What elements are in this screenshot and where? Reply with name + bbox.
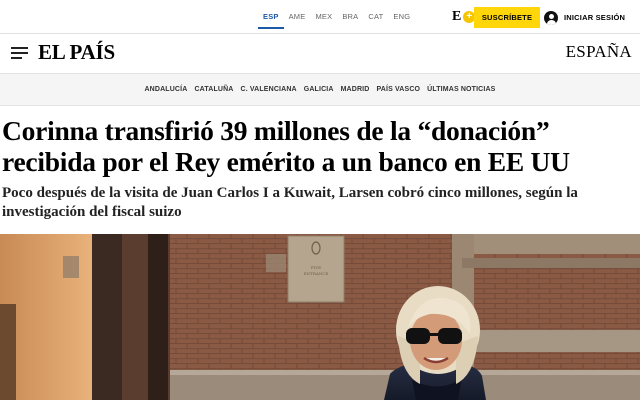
edition-selector: ESP AME MEX BRA CAT ENG	[258, 8, 415, 29]
site-logo[interactable]: EL PAÍS	[38, 40, 115, 65]
nav-item-cataluna[interactable]: CATALUÑA	[194, 86, 233, 93]
subscribe-button[interactable]: SUSCRÍBETE	[474, 7, 540, 28]
login-button[interactable]: INICIAR SESIÓN	[544, 7, 625, 28]
plaque-text: ENTRANCE	[304, 271, 329, 276]
nav-item-andalucia[interactable]: ANDALUCÍA	[144, 86, 187, 93]
eplus-link[interactable]: E +	[452, 9, 476, 25]
article-photo: FIVE ENTRANCE	[0, 234, 640, 400]
login-label: INICIAR SESIÓN	[564, 13, 626, 22]
svg-text:FIVE: FIVE	[311, 265, 321, 270]
edition-cat[interactable]: CAT	[363, 8, 388, 29]
nav-item-pais-vasco[interactable]: PAÍS VASCO	[376, 86, 420, 93]
masthead: EL PAÍS ESPAÑA	[0, 34, 640, 74]
nav-item-galicia[interactable]: GALICIA	[304, 86, 334, 93]
article-headline: Corinna transfirió 39 millones de la “do…	[2, 115, 570, 177]
edition-ame[interactable]: AME	[284, 8, 311, 29]
eplus-letter: E	[452, 9, 462, 24]
top-edition-bar: ESP AME MEX BRA CAT ENG E + SUSCRÍBETE I…	[0, 0, 640, 34]
user-avatar-icon	[544, 10, 558, 25]
section-title[interactable]: ESPAÑA	[566, 42, 632, 62]
article-subtitle: Poco después de la visita de Juan Carlos…	[2, 185, 578, 220]
nav-item-madrid[interactable]: MADRID	[341, 86, 370, 93]
edition-esp[interactable]: ESP	[258, 8, 284, 29]
nav-item-ultimas-noticias[interactable]: ÚLTIMAS NOTICIAS	[427, 86, 495, 93]
nav-item-c-valenciana[interactable]: C. VALENCIANA	[240, 86, 296, 93]
edition-mex[interactable]: MEX	[310, 8, 337, 29]
hamburger-menu-icon[interactable]	[11, 47, 28, 59]
edition-eng[interactable]: ENG	[388, 8, 415, 29]
edition-bra[interactable]: BRA	[337, 8, 363, 29]
regional-nav: ANDALUCÍA CATALUÑA C. VALENCIANA GALICIA…	[0, 74, 640, 106]
